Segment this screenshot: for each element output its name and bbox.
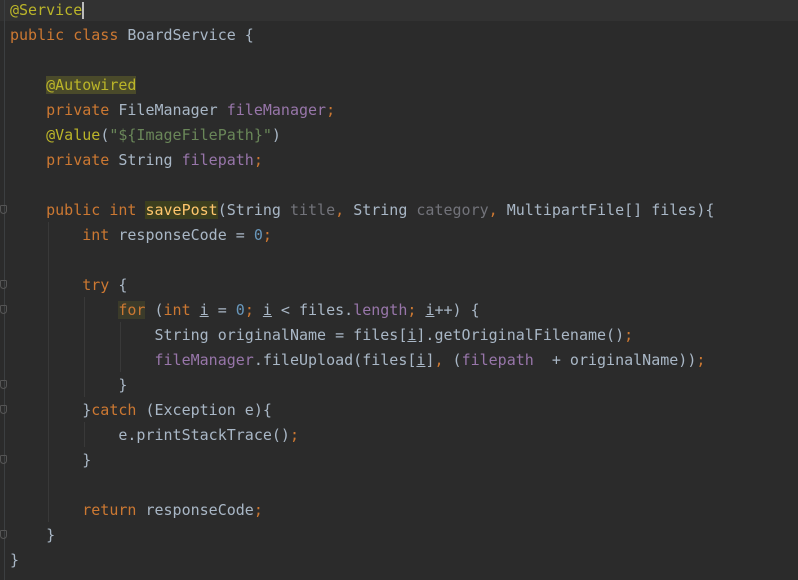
keyword: private: [46, 101, 119, 119]
operator: =: [208, 301, 236, 319]
paren: (: [145, 301, 164, 319]
code-line-13[interactable]: for (int i = 0; i < files.length; i++) {: [10, 298, 480, 323]
class-name: BoardService {: [127, 26, 254, 44]
brace: {: [118, 276, 128, 294]
code-line-17[interactable]: }catch (Exception e){: [10, 398, 272, 423]
string-literal: "${ImageFilePath}": [109, 126, 272, 144]
annotation: @Value: [46, 126, 101, 144]
number-literal: 0: [235, 301, 245, 319]
fold-marker-icon[interactable]: [0, 280, 7, 289]
code-editor[interactable]: @Service public class BoardService { @Au…: [0, 0, 798, 580]
paren: (: [100, 126, 110, 144]
annotation: @Autowired: [46, 76, 137, 94]
expression: e.printStackTrace(): [118, 426, 290, 444]
fold-marker-icon[interactable]: [0, 405, 7, 414]
semicolon: ;: [326, 101, 336, 119]
code-line-12[interactable]: try {: [10, 273, 127, 298]
semicolon: ;: [407, 301, 426, 319]
code-line-10[interactable]: int responseCode = 0;: [10, 223, 272, 248]
keyword: private: [46, 151, 119, 169]
code-line-5[interactable]: private FileManager fileManager;: [10, 98, 335, 123]
comma: ,: [335, 201, 354, 219]
semicolon: ;: [253, 151, 263, 169]
param-type: (String: [217, 201, 290, 219]
number-literal: 0: [253, 226, 263, 244]
expression: (Exception e){: [145, 401, 272, 419]
text-caret: [82, 2, 85, 19]
type-name: FileManager: [118, 101, 227, 119]
keyword: catch: [91, 401, 146, 419]
paren: ): [271, 126, 281, 144]
variable: responseCode: [145, 501, 254, 519]
fold-marker-icon[interactable]: [0, 530, 7, 539]
expression: ].getOriginalFilename(): [416, 326, 625, 344]
semicolon: ;: [696, 351, 706, 369]
code-line-2[interactable]: public class BoardService {: [10, 23, 254, 48]
keyword: try: [82, 276, 119, 294]
variable: responseCode =: [118, 226, 254, 244]
keyword: return: [82, 501, 146, 519]
comma: ,: [434, 351, 453, 369]
brace: }: [118, 376, 128, 394]
method-name: savePost: [145, 201, 218, 219]
paren: (: [452, 351, 462, 369]
code-line-23[interactable]: }: [10, 548, 19, 573]
variable: i: [262, 301, 272, 319]
semicolon: ;: [262, 226, 272, 244]
code-line-15[interactable]: fileManager.fileUpload(files[i], (filepa…: [10, 348, 706, 373]
keyword: int: [163, 301, 200, 319]
variable: i: [199, 301, 209, 319]
code-line-19[interactable]: }: [10, 448, 91, 473]
code-line-18[interactable]: e.printStackTrace();: [10, 423, 299, 448]
field-name: filepath: [181, 151, 254, 169]
unused-param: title: [289, 201, 336, 219]
fold-marker-icon[interactable]: [0, 380, 7, 389]
semicolon: ;: [624, 326, 634, 344]
code-line-16[interactable]: }: [10, 373, 127, 398]
semicolon: ;: [244, 301, 263, 319]
expression: ++) {: [434, 301, 480, 319]
field-name: filepath: [461, 351, 534, 369]
field-name: fileManager: [154, 351, 254, 369]
unused-param: category: [416, 201, 489, 219]
semicolon: ;: [289, 426, 299, 444]
code-line-9[interactable]: public int savePost(String title, String…: [10, 198, 714, 223]
semicolon: ;: [253, 501, 263, 519]
keyword: int: [82, 226, 119, 244]
expression: < files.: [271, 301, 354, 319]
comma: ,: [488, 201, 507, 219]
annotation: @Service: [10, 1, 83, 19]
type-name: String: [118, 151, 182, 169]
brace: }: [10, 551, 20, 569]
brace: }: [82, 451, 92, 469]
code-line-7[interactable]: private String filepath;: [10, 148, 263, 173]
fold-marker-icon[interactable]: [0, 455, 7, 464]
fold-marker-icon[interactable]: [0, 305, 7, 314]
code-line-14[interactable]: String originalName = files[i].getOrigin…: [10, 323, 634, 348]
code-line-1[interactable]: @Service: [10, 0, 85, 23]
brace: }: [46, 526, 56, 544]
keyword: public int: [46, 201, 146, 219]
keyword: for: [118, 301, 146, 319]
code-line-4[interactable]: @Autowired: [10, 73, 137, 98]
brace: }: [82, 401, 92, 419]
code-line-21[interactable]: return responseCode;: [10, 498, 263, 523]
code-line-22[interactable]: }: [10, 523, 55, 548]
expression: .fileUpload(files[: [253, 351, 417, 369]
field-name: length: [353, 301, 408, 319]
fold-marker-icon[interactable]: [0, 205, 7, 214]
keyword: public class: [10, 26, 128, 44]
gutter-divider: [4, 0, 5, 580]
field-name: fileManager: [226, 101, 327, 119]
param-type: MultipartFile[] files){: [506, 201, 715, 219]
param-type: String: [353, 201, 417, 219]
expression: + originalName)): [533, 351, 697, 369]
expression: String originalName = files[: [154, 326, 408, 344]
current-line-highlight: [0, 0, 798, 21]
code-line-6[interactable]: @Value("${ImageFilePath}"): [10, 123, 281, 148]
